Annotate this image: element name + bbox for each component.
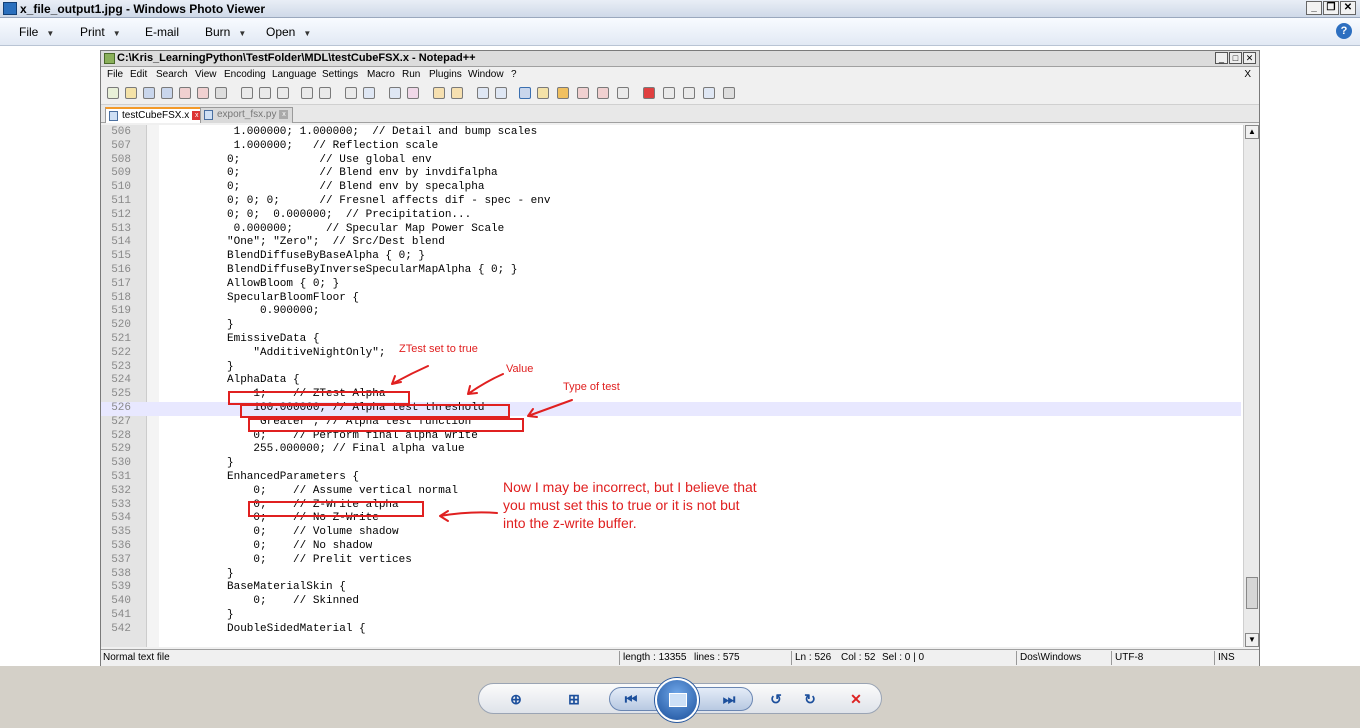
chevron-down-icon: ▼ [238, 29, 247, 38]
control-bar: ⊕ ⊞ ⏮ ⏭ ↺ ↻ ✕ [478, 678, 882, 722]
close-button[interactable]: ✕ [1340, 1, 1356, 15]
menu-file[interactable]: File ▼ [19, 25, 54, 39]
arrow-value [467, 373, 504, 395]
arrow-zwrite [439, 510, 498, 522]
restore-button[interactable]: ❐ [1323, 1, 1339, 15]
arrow-type [527, 399, 573, 418]
photo-viewer-titlebar: x_file_output1.jpg - Windows Photo Viewe… [0, 0, 1360, 18]
next-icon[interactable]: ⏭ [720, 690, 738, 708]
minimize-button[interactable]: _ [1306, 1, 1322, 15]
slideshow-screen [669, 693, 687, 707]
arrow-ztest [391, 365, 429, 385]
photo-canvas: C:\Kris_LearningPython\TestFolder\MDL\te… [0, 46, 1360, 667]
chevron-down-icon: ▼ [46, 29, 55, 38]
photo-viewer-app-icon [3, 2, 17, 15]
menu-email-label: E-mail [145, 25, 180, 39]
menu-burn-label: Burn [205, 25, 231, 39]
menu-file-label: File [19, 25, 39, 39]
rotate-cw-icon[interactable]: ↻ [801, 690, 819, 708]
menu-print[interactable]: Print ▼ [80, 25, 121, 39]
menu-email[interactable]: E-mail [145, 25, 179, 39]
fit-window-icon[interactable]: ⊞ [565, 690, 583, 708]
chevron-down-icon: ▼ [112, 29, 121, 38]
window-title: x_file_output1.jpg - Windows Photo Viewe… [20, 2, 266, 16]
menu-open[interactable]: Open ▼ [266, 25, 311, 39]
menu-open-label: Open [266, 25, 296, 39]
help-icon[interactable]: ? [1336, 23, 1352, 39]
window-controls: _ ❐ ✕ [1306, 1, 1356, 15]
delete-icon[interactable]: ✕ [847, 690, 865, 708]
rotate-ccw-icon[interactable]: ↺ [767, 690, 785, 708]
annotation-arrows [391, 365, 573, 522]
chevron-down-icon: ▼ [303, 29, 312, 38]
photo-viewer-controls: ⊕ ⊞ ⏮ ⏭ ↺ ↻ ✕ [0, 666, 1360, 728]
slideshow-icon[interactable] [655, 678, 699, 722]
photo-viewer-menubar: File ▼ Print ▼ E-mail Burn ▼ Open ▼ ? [0, 18, 1360, 46]
menu-print-label: Print [80, 25, 105, 39]
zoom-icon[interactable]: ⊕ [507, 690, 525, 708]
previous-icon[interactable]: ⏮ [622, 690, 640, 708]
menu-burn[interactable]: Burn ▼ [205, 25, 246, 39]
